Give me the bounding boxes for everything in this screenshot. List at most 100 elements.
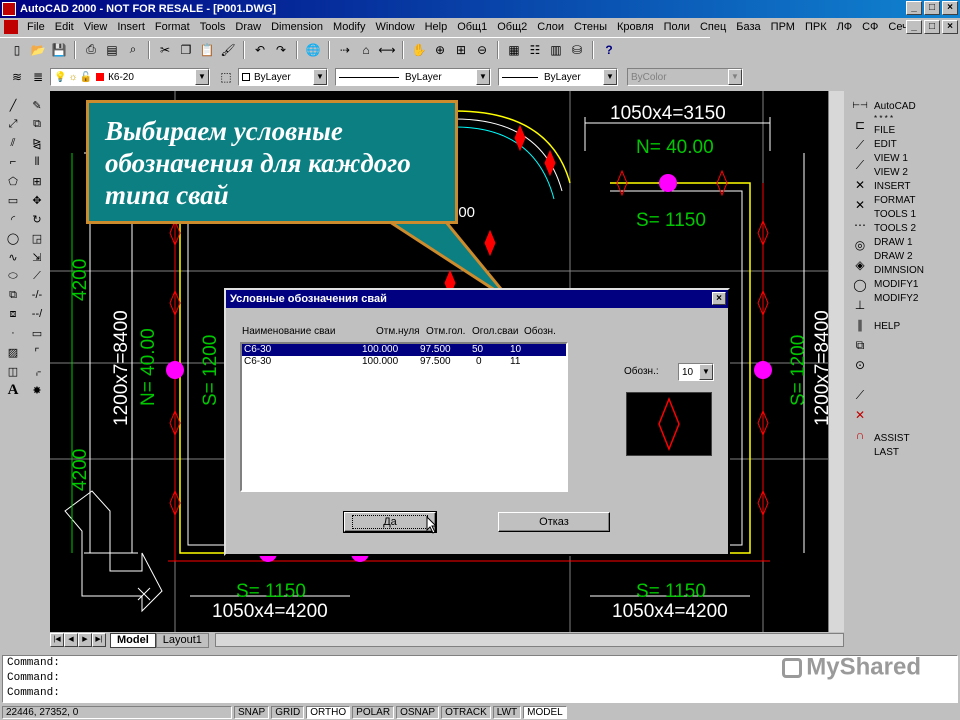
lineweight-combo[interactable]: ByLayer ▼	[498, 68, 618, 86]
redo-icon[interactable]: ↷	[272, 41, 290, 59]
osnap-midpoint-icon[interactable]: ⟋	[851, 156, 869, 174]
osnap-insert-icon[interactable]: ⧉	[851, 336, 869, 354]
extend-icon[interactable]: --/	[28, 305, 46, 323]
menu-help[interactable]: Help	[420, 21, 453, 33]
print-preview-icon[interactable]: ▤	[103, 41, 121, 59]
match-properties-icon[interactable]: 🖌	[219, 41, 237, 59]
menu-lf[interactable]: ЛФ	[832, 21, 857, 33]
ellipse-icon[interactable]: ⬭	[4, 267, 22, 285]
minimize-button[interactable]: _	[906, 1, 922, 15]
polyline-icon[interactable]: ⌐	[4, 153, 22, 171]
menu-obsh1[interactable]: Общ1	[452, 21, 492, 33]
status-polar[interactable]: POLAR	[352, 706, 395, 719]
horizontal-scrollbar[interactable]	[214, 633, 844, 647]
dim-linear-icon[interactable]: ⊢⊣	[851, 96, 869, 114]
stretch-icon[interactable]: ⇲	[28, 248, 46, 266]
aerial-view-icon[interactable]: ▦	[505, 41, 523, 59]
array-icon[interactable]: ⊞	[28, 172, 46, 190]
menu-sloi[interactable]: Слои	[532, 21, 569, 33]
screen-menu-tools2[interactable]: TOOLS 2	[874, 222, 954, 236]
color-dropdown-arrow[interactable]: ▼	[313, 69, 327, 85]
osnap-apparent-icon[interactable]: ✕	[851, 196, 869, 214]
screen-menu-edit[interactable]: EDIT	[874, 138, 954, 152]
symbol-dropdown-arrow[interactable]: ▼	[699, 364, 713, 380]
screen-menu-draw1[interactable]: DRAW 1	[874, 236, 954, 250]
status-osnap[interactable]: OSNAP	[396, 706, 440, 719]
menu-tools[interactable]: Tools	[195, 21, 231, 33]
properties-icon[interactable]: ☷	[526, 41, 544, 59]
color-combo[interactable]: ByLayer ▼	[238, 68, 328, 86]
print-icon[interactable]: ⎙	[82, 41, 100, 59]
make-layer-current-icon[interactable]: ⬚	[217, 68, 235, 86]
polygon-icon[interactable]: ⬠	[4, 172, 22, 190]
screen-menu-file[interactable]: FILE	[874, 124, 954, 138]
osnap-intersection-icon[interactable]: ✕	[851, 176, 869, 194]
status-snap[interactable]: SNAP	[234, 706, 270, 719]
move-icon[interactable]: ✥	[28, 191, 46, 209]
osnap-node-icon[interactable]: ⊙	[851, 356, 869, 374]
screen-menu-dimension[interactable]: DIMNSION	[874, 264, 954, 278]
cancel-button[interactable]: Отказ	[498, 512, 610, 532]
design-center-icon[interactable]: ▥	[547, 41, 565, 59]
status-ortho[interactable]: ORTHO	[306, 706, 351, 719]
zoom-previous-icon[interactable]: ⊖	[473, 41, 491, 59]
screen-menu-tools1[interactable]: TOOLS 1	[874, 208, 954, 222]
save-icon[interactable]: 💾	[50, 41, 68, 59]
cut-icon[interactable]: ✂	[156, 41, 174, 59]
maximize-button[interactable]: □	[924, 1, 940, 15]
document-icon[interactable]	[4, 20, 18, 34]
dist-icon[interactable]: ⟷	[378, 41, 396, 59]
menu-prm[interactable]: ПРМ	[766, 21, 800, 33]
vertical-scrollbar[interactable]	[828, 91, 844, 632]
osnap-perpendicular-icon[interactable]: ⊥	[851, 296, 869, 314]
screen-menu-assist[interactable]: ASSIST	[874, 432, 954, 446]
menu-steny[interactable]: Стены	[569, 21, 612, 33]
menu-format[interactable]: Format	[150, 21, 195, 33]
menu-window[interactable]: Window	[370, 21, 419, 33]
break-icon[interactable]: ▭	[28, 324, 46, 342]
piles-list[interactable]: С6-30 100.000 97.500 50 10 С6-30 100.000…	[240, 342, 568, 492]
new-file-icon[interactable]: ▯	[8, 41, 26, 59]
list-item[interactable]: С6-30 100.000 97.500 50 10	[242, 344, 566, 356]
tab-model[interactable]: Model	[110, 632, 156, 648]
undo-icon[interactable]: ↶	[251, 41, 269, 59]
ucs-icon[interactable]: ⌂	[357, 41, 375, 59]
prev-tab-icon[interactable]: ◀	[64, 633, 78, 647]
status-grid[interactable]: GRID	[271, 706, 305, 719]
osnap-settings-icon[interactable]: ∩	[851, 426, 869, 444]
screen-menu-last[interactable]: LAST	[874, 446, 954, 460]
menu-insert[interactable]: Insert	[112, 21, 150, 33]
hyperlink-icon[interactable]: 🌐	[304, 41, 322, 59]
menu-edit[interactable]: Edit	[50, 21, 79, 33]
dim-aligned-icon[interactable]: ⊏	[851, 116, 869, 134]
layers-icon[interactable]: ≋	[8, 68, 26, 86]
osnap-nearest-icon[interactable]: ⟋	[851, 386, 869, 404]
rotate-icon[interactable]: ↻	[28, 210, 46, 228]
menu-spec[interactable]: Спец	[695, 21, 731, 33]
screen-menu-modify2[interactable]: MODIFY2	[874, 292, 954, 306]
menu-poli[interactable]: Поли	[659, 21, 695, 33]
trim-icon[interactable]: -/-	[28, 286, 46, 304]
find-icon[interactable]: ⌕	[124, 41, 142, 59]
explode-icon[interactable]: ✸	[28, 381, 46, 399]
zoom-realtime-icon[interactable]: ⊕	[431, 41, 449, 59]
close-button[interactable]: ×	[942, 1, 958, 15]
scale-icon[interactable]: ◲	[28, 229, 46, 247]
screen-menu-format[interactable]: FORMAT	[874, 194, 954, 208]
osnap-quadrant-icon[interactable]: ◈	[851, 256, 869, 274]
construction-line-icon[interactable]: ⤢	[4, 115, 22, 133]
tracking-icon[interactable]: ⇢	[336, 41, 354, 59]
linetype-dropdown-arrow[interactable]: ▼	[476, 69, 490, 85]
linetype-combo[interactable]: ByLayer ▼	[335, 68, 491, 86]
point-icon[interactable]: ·	[4, 324, 22, 342]
list-item[interactable]: С6-30 100.000 97.500 0 11	[242, 356, 566, 368]
screen-menu-autocad[interactable]: AutoCAD	[874, 100, 954, 114]
status-otrack[interactable]: OTRACK	[441, 706, 491, 719]
erase-icon[interactable]: ✎	[28, 96, 46, 114]
osnap-endpoint-icon[interactable]: ⟋	[851, 136, 869, 154]
command-window[interactable]: Command: Command: Command: MyShared	[2, 655, 958, 703]
insert-block-icon[interactable]: ⧉	[4, 286, 22, 304]
menu-baza[interactable]: База	[731, 21, 765, 33]
mtext-icon[interactable]: A	[4, 381, 22, 399]
offset-icon[interactable]: ⫴	[28, 153, 46, 171]
